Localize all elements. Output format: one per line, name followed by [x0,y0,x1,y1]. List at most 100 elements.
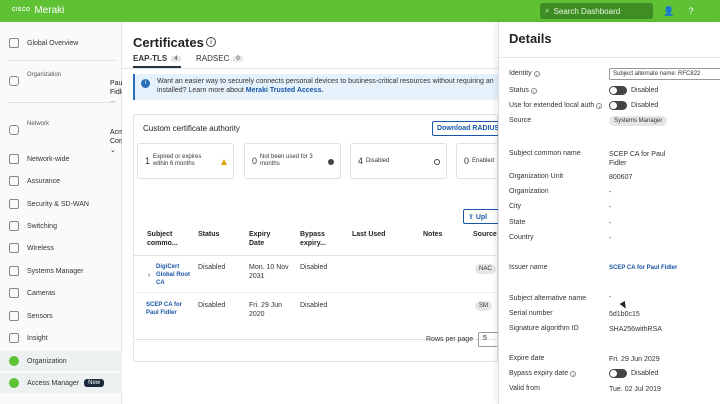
sidebar-divider [8,60,116,61]
col-expiry-header[interactable]: Expiry Date [249,230,279,248]
col-status-header[interactable]: Status [198,230,219,239]
insight-icon [9,333,19,343]
stat-number: 4 [358,155,364,166]
status-toggle-label: Disabled [631,87,659,94]
info-icon: i [570,370,577,377]
details-divider [499,57,720,58]
subject-link[interactable]: SCEP CA for Paul Fidler [146,301,196,317]
tabs-divider [122,68,498,69]
sensor-icon [9,311,19,321]
banner-text-line2: installed? Learn more about [157,87,244,94]
subject-common-name-value: SCEP CA for Paul Fidler [609,151,666,167]
source-chip: Systems Manager [609,116,668,126]
organization-value: - [609,189,612,196]
organization-selector[interactable]: Organization Paul Fidler ⌄ [0,72,128,105]
country-label: Country [509,234,534,241]
subject-alt-name-value: - [609,294,612,301]
network-icon [9,154,19,164]
status-cell: Disabled [198,264,226,271]
organization-label: Organization [27,72,62,78]
network-selector[interactable]: Network Acme Corp ⌄ [0,121,128,154]
meraki-logo[interactable]: CISCO Meraki [12,5,64,16]
expiry-cell: Fri. 29 Jun 2020 [249,302,283,318]
sidebar-item-switching[interactable]: Switching [0,216,122,236]
source-label: Source [509,117,532,124]
info-icon[interactable]: i [206,37,216,47]
subject-link[interactable]: DigiCert Global Root CA [156,263,196,287]
stat-number: 0 [252,155,258,166]
stat-disabled[interactable]: 4 Disabled [350,143,447,179]
download-radius-button[interactable]: Download RADIUS [432,121,499,136]
sidebar-item-organization[interactable]: Organization [0,351,122,371]
country-value: - [609,235,612,242]
sidebar-item-network-wide[interactable]: Network-wide [0,149,122,169]
meraki-trusted-access-link[interactable]: Meraki Trusted Access. [246,87,324,94]
upload-button[interactable]: ⇪ Upl [463,209,499,224]
access-manager-icon [9,378,19,388]
issuer-name-link[interactable]: SCEP CA for Paul Fidler [609,264,677,273]
sidebar-item-label: Access Manager [27,379,80,387]
col-source-header[interactable]: Source [473,230,497,239]
bypass-cell: Disabled [300,264,328,271]
sidebar-item-access-manager[interactable]: Access Manager New [0,373,122,393]
stat-number: 1 [145,155,151,166]
expand-row-chevron-icon[interactable]: › [148,271,150,280]
status-toggle[interactable] [609,86,627,95]
sidebar-item-sensors[interactable]: Sensors [0,306,122,326]
source-chip: SM [475,301,492,311]
tab-radsec[interactable]: RADSEC 0 [196,54,243,63]
switch-icon [9,221,19,231]
top-bar: CISCO Meraki ⌕ Search Dashboard 👤 ? [0,0,720,22]
search-icon: ⌕ [545,6,550,15]
identity-input[interactable]: Subject alternate name: RFC822 [609,68,720,80]
sidebar-item-insight[interactable]: Insight [0,328,122,348]
expiry-cell: Mon. 10 Nov 2031 [249,264,289,280]
page-title: Certificates [133,35,204,50]
identity-label: Identity i [509,70,540,77]
stat-text: Enabled [472,157,495,164]
network-icon [9,125,19,135]
state-value: - [609,220,612,227]
search-dashboard-input[interactable]: ⌕ Search Dashboard [540,3,653,19]
signature-algorithm-label: Signature algorithm ID [509,325,579,332]
info-icon: i [596,102,603,109]
mouse-cursor-icon [619,300,629,311]
warning-icon [221,159,227,165]
device-icon [9,266,19,276]
sidebar-item-label: Security & SD-WAN [27,200,89,208]
help-icon[interactable]: ? [684,4,698,18]
col-bypass-header[interactable]: Bypass expiry... [300,230,340,248]
tab-count: 4 [171,55,181,62]
subject-common-name-label: Subject common name [509,150,581,157]
bypass-expiry-toggle-label: Disabled [631,370,659,377]
tab-eap-tls[interactable]: EAP-TLS 4 [133,54,181,63]
local-auth-toggle[interactable] [609,101,627,110]
organization-label: Organization [509,188,549,195]
col-last-used-header[interactable]: Last Used [352,230,385,239]
stat-not-used[interactable]: 0 Not been used for 3 months [244,143,341,179]
stat-expired[interactable]: 1 Expired or expires within 6 months [137,143,234,179]
col-subject-header[interactable]: Subject commo... [147,230,187,248]
table-header-divider [134,255,499,256]
sidebar-item-wireless[interactable]: Wireless [0,238,122,258]
user-icon[interactable]: 👤 [662,4,676,18]
sidebar-item-label: Sensors [27,312,53,320]
sidebar-item-cameras[interactable]: Cameras [0,283,122,303]
sidebar-item-assurance[interactable]: Assurance [0,171,122,191]
expire-date-value: Fri. 29 Jun 2029 [609,356,660,363]
sidebar-item-global-overview[interactable]: Global Overview [0,33,122,53]
sidebar-item-systems-manager[interactable]: Systems Manager [0,261,122,281]
network-label: Network [27,121,50,127]
stat-enabled[interactable]: 0 Enabled [456,143,499,179]
camera-icon [9,288,19,298]
bypass-expiry-toggle[interactable] [609,369,627,378]
city-value: - [609,204,612,211]
sidebar-item-security[interactable]: Security & SD-WAN [0,194,122,214]
col-notes-header[interactable]: Notes [423,230,442,239]
minus-circle-icon [328,159,334,165]
new-badge: New [84,379,105,387]
organization-icon [9,356,19,366]
wifi-icon [9,243,19,253]
upload-button-label: Upl [475,214,488,221]
stat-text: Expired or expires within 6 months [153,154,202,167]
